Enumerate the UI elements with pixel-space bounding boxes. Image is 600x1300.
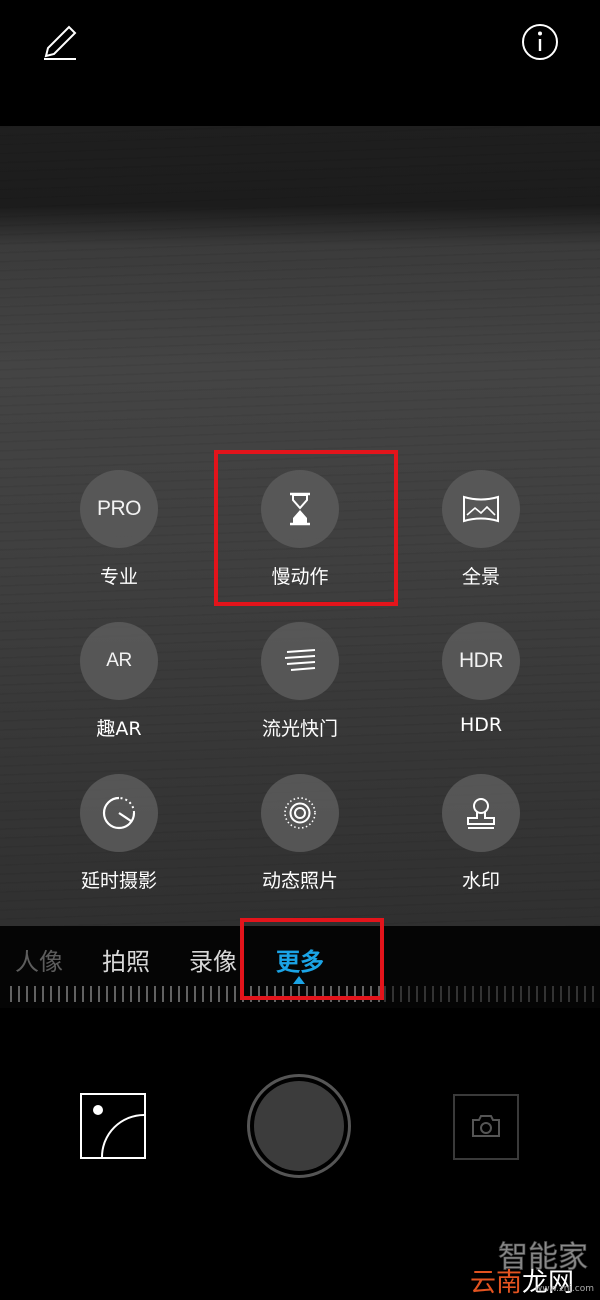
edit-pencil-icon[interactable] — [38, 20, 82, 64]
timelapse-icon — [80, 774, 158, 852]
switch-camera-button[interactable] — [453, 1094, 519, 1160]
switch-camera-icon — [472, 1115, 500, 1137]
mode-label: 流光快门 — [261, 718, 338, 740]
tab-portrait[interactable]: 人像 — [15, 942, 63, 977]
top-bar — [0, 0, 600, 126]
shutter-inner — [254, 1081, 344, 1171]
mode-label: 水印 — [461, 870, 500, 892]
mode-panorama[interactable]: 全景 — [396, 470, 566, 589]
watermark-stamp-icon — [442, 774, 520, 852]
mode-light-painting[interactable]: 流光快门 — [215, 622, 385, 741]
mode-timelapse[interactable]: 延时摄影 — [34, 774, 204, 893]
mode-hdr[interactable]: HDR HDR — [396, 622, 566, 736]
pro-icon: PRO — [80, 470, 158, 548]
mode-label: 专业 — [99, 566, 138, 588]
tab-video[interactable]: 录像 — [189, 942, 237, 977]
gallery-icon — [93, 1105, 144, 1157]
shutter-button[interactable] — [247, 1074, 351, 1178]
hdr-icon: HDR — [442, 622, 520, 700]
mode-ar[interactable]: AR 趣AR — [34, 622, 204, 741]
mode-pro[interactable]: PRO 专业 — [34, 470, 204, 589]
panorama-icon — [442, 470, 520, 548]
moving-picture-icon — [261, 774, 339, 852]
mode-watermark[interactable]: 水印 — [396, 774, 566, 893]
mode-label: HDR — [459, 714, 503, 736]
gallery-thumbnail[interactable] — [80, 1093, 146, 1159]
info-icon[interactable] — [518, 20, 562, 64]
more-tab-highlight-box — [240, 918, 384, 1000]
light-trails-icon — [261, 622, 339, 700]
mode-label: 动态照片 — [261, 870, 338, 892]
slow-motion-highlight-box — [214, 450, 398, 606]
site-watermark: 智能家 云南龙网 www.znj.com — [468, 1232, 598, 1299]
mode-label: 全景 — [461, 566, 500, 588]
mode-label: 趣AR — [96, 718, 142, 740]
ar-icon: AR — [80, 622, 158, 700]
tab-photo[interactable]: 拍照 — [102, 942, 150, 977]
watermark-url: www.znj.com — [534, 1284, 594, 1294]
mode-label: 延时摄影 — [80, 870, 157, 892]
mode-moving-picture[interactable]: 动态照片 — [215, 774, 385, 893]
mode-scroll-ticks-dim — [384, 986, 600, 1002]
